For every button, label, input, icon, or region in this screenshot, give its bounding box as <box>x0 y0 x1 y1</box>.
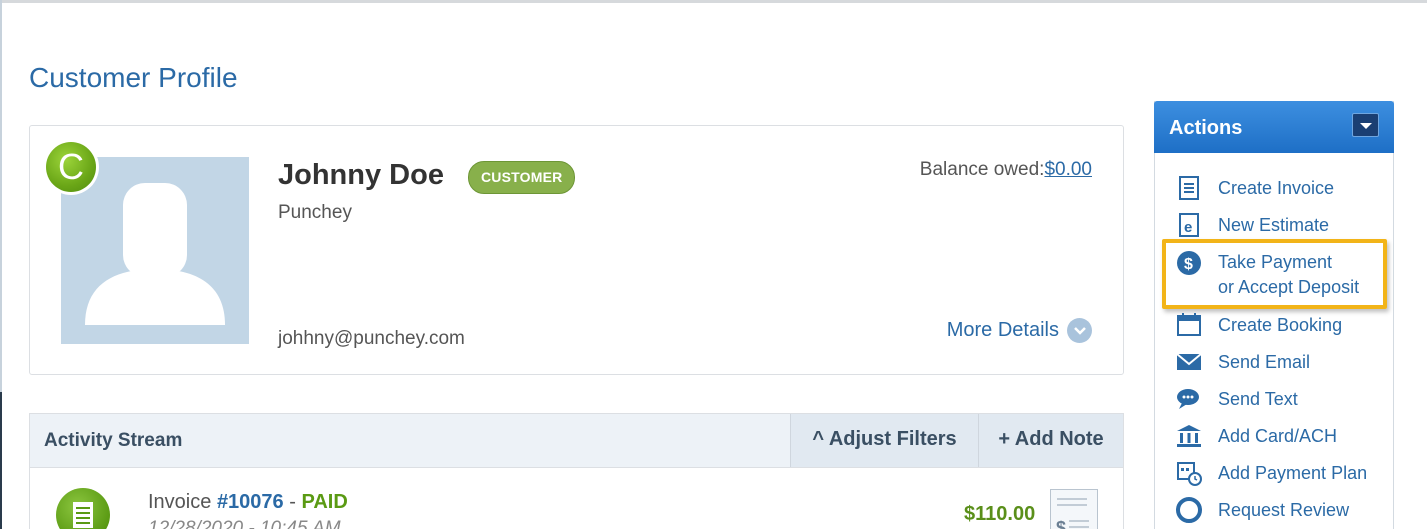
page-title: Customer Profile <box>29 62 238 93</box>
customer-company: Punchey <box>278 202 352 223</box>
bank-icon <box>1176 423 1202 449</box>
activity-header: Activity Stream ^ Adjust Filters + Add N… <box>30 414 1123 468</box>
top-border <box>0 0 1427 3</box>
action-send-email[interactable]: Send Email <box>1176 347 1310 377</box>
balance-label: Balance owed: <box>919 159 1045 180</box>
actions-title: Actions <box>1169 117 1243 139</box>
receipt-icon[interactable]: $ <box>1050 489 1098 529</box>
action-new-estimate[interactable]: e New Estimate <box>1176 210 1329 240</box>
add-note-button[interactable]: + Add Note <box>978 414 1123 467</box>
actions-dropdown-toggle[interactable] <box>1352 113 1379 137</box>
activity-item-prefix: Invoice <box>148 491 217 513</box>
invoice-icon <box>1176 175 1202 201</box>
action-label: Add Card/ACH <box>1218 425 1338 446</box>
activity-item-amount: $110.00 <box>964 503 1036 525</box>
review-icon <box>1176 497 1202 523</box>
actions-header: Actions <box>1154 101 1394 153</box>
activity-title: Activity Stream <box>44 430 183 451</box>
more-details-link[interactable]: More Details <box>947 318 1092 343</box>
action-label: Create Invoice <box>1218 177 1335 198</box>
profile-card: C Johnny Doe CUSTOMER Punchey johhny@pun… <box>29 125 1124 375</box>
take-payment-label: Take Payment or Accept Deposit <box>1218 250 1359 300</box>
action-label: Request Review <box>1218 499 1350 520</box>
action-add-payment-plan[interactable]: Add Payment Plan <box>1176 458 1367 488</box>
activity-item-separator: - <box>283 491 302 513</box>
left-edge-dark <box>0 392 2 529</box>
invoice-number-link[interactable]: #10076 <box>217 491 284 513</box>
take-payment-line1: Take Payment <box>1218 252 1333 272</box>
action-create-booking[interactable]: Create Booking <box>1176 310 1342 340</box>
action-label: Send Email <box>1218 351 1311 372</box>
svg-text:$: $ <box>1056 518 1066 529</box>
svg-text:e: e <box>1184 219 1192 236</box>
customer-type-badge: C <box>43 139 99 195</box>
status-badge: CUSTOMER <box>468 161 576 194</box>
estimate-icon: e <box>1176 212 1202 238</box>
calendar-icon <box>1176 312 1202 338</box>
customer-email: johhny@punchey.com <box>278 328 465 349</box>
action-label: Add Payment Plan <box>1218 462 1368 483</box>
svg-text:$: $ <box>1184 256 1193 273</box>
action-label: Create Booking <box>1218 314 1343 335</box>
envelope-icon <box>1176 349 1202 375</box>
balance: Balance owed:$0.00 <box>920 159 1092 181</box>
adjust-filters-button[interactable]: ^ Adjust Filters <box>790 414 978 467</box>
balance-value-link[interactable]: $0.00 <box>1044 159 1092 180</box>
take-payment-line2: or Accept Deposit <box>1218 277 1360 297</box>
dollar-icon: $ <box>1176 250 1202 276</box>
customer-type-letter: C <box>46 142 96 192</box>
action-add-card-ach[interactable]: Add Card/ACH <box>1176 421 1337 451</box>
action-label: Send Text <box>1218 388 1298 409</box>
action-send-text[interactable]: Send Text <box>1176 384 1298 414</box>
action-label: New Estimate <box>1218 214 1330 235</box>
activity-item-title: Invoice #10076 - PAID <box>148 491 348 514</box>
action-request-review[interactable]: Request Review <box>1176 495 1349 525</box>
action-create-invoice[interactable]: Create Invoice <box>1176 173 1334 203</box>
chat-icon <box>1176 386 1202 412</box>
activity-item-date: 12/28/2020 - 10:45 AM <box>148 518 341 529</box>
action-take-payment[interactable]: $ Take Payment or Accept Deposit <box>1176 250 1359 300</box>
paid-status: PAID <box>301 491 348 513</box>
activity-stream: Activity Stream ^ Adjust Filters + Add N… <box>29 413 1124 529</box>
more-details-label: More Details <box>946 319 1059 341</box>
customer-name: Johnny Doe <box>278 159 444 191</box>
invoice-icon <box>56 488 110 529</box>
chevron-down-icon <box>1067 318 1092 343</box>
payment-plan-icon <box>1176 460 1202 486</box>
